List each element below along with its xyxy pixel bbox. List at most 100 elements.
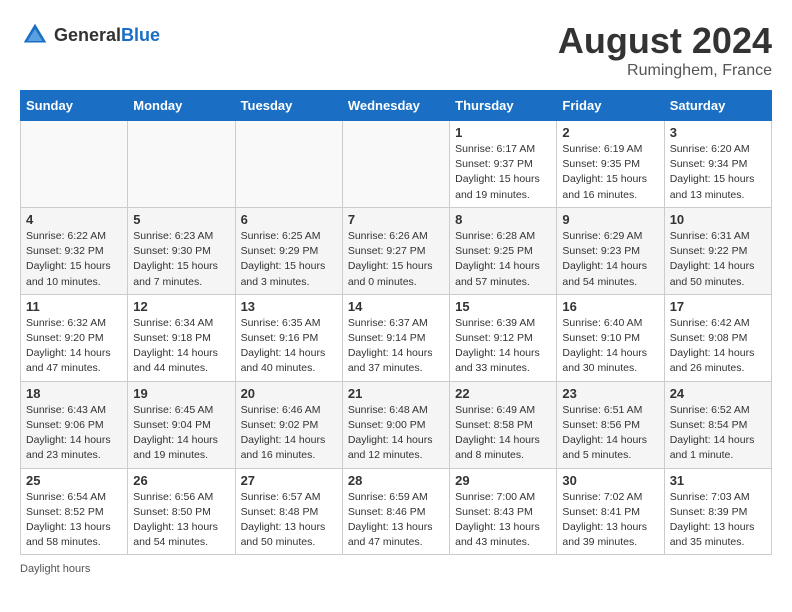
calendar-cell: 15Sunrise: 6:39 AMSunset: 9:12 PMDayligh… xyxy=(450,294,557,381)
calendar-cell: 3 Sunrise: 6:20 AMSunset: 9:34 PMDaylight… xyxy=(664,121,771,208)
day-number: 23 xyxy=(562,386,658,401)
calendar-cell: 7Sunrise: 6:26 AMSunset: 9:27 PMDaylight… xyxy=(342,207,449,294)
day-number: 27 xyxy=(241,473,337,488)
day-info: Sunrise: 6:43 AMSunset: 9:06 PMDaylight:… xyxy=(26,403,122,464)
week-row-4: 18 Sunrise: 6:43 AMSunset: 9:06 PMDayligh… xyxy=(21,381,772,468)
day-number: 3 xyxy=(670,125,766,140)
day-info: Sunrise: 6:25 AMSunset: 9:29 PMDaylight:… xyxy=(241,229,337,290)
day-info: Sunrise: 7:00 AMSunset: 8:43 PMDaylight:… xyxy=(455,490,551,551)
calendar-cell: 9 Sunrise: 6:29 AMSunset: 9:23 PMDaylight… xyxy=(557,207,664,294)
day-number: 1 xyxy=(455,125,551,140)
calendar-cell: 22 Sunrise: 6:49 AMSunset: 8:58 PMDayligh… xyxy=(450,381,557,468)
day-info: Sunrise: 6:17 AMSunset: 9:37 PMDaylight:… xyxy=(455,142,551,203)
day-info: Sunrise: 6:52 AMSunset: 8:54 PMDaylight:… xyxy=(670,403,766,464)
day-info: Sunrise: 6:23 AMSunset: 9:30 PMDaylight:… xyxy=(133,229,229,290)
calendar-cell: 27 Sunrise: 6:57 AMSunset: 8:48 PMDayligh… xyxy=(235,468,342,555)
logo-icon xyxy=(20,20,50,50)
day-number: 12 xyxy=(133,299,229,314)
day-number: 22 xyxy=(455,386,551,401)
day-info: Sunrise: 6:22 AMSunset: 9:32 PMDaylight:… xyxy=(26,229,122,290)
day-number: 29 xyxy=(455,473,551,488)
calendar-cell: 26 Sunrise: 6:56 AMSunset: 8:50 PMDayligh… xyxy=(128,468,235,555)
week-row-2: 4 Sunrise: 6:22 AMSunset: 9:32 PMDaylight… xyxy=(21,207,772,294)
calendar-cell: 11Sunrise: 6:32 AMSunset: 9:20 PMDayligh… xyxy=(21,294,128,381)
column-header-wednesday: Wednesday xyxy=(342,91,449,121)
calendar-cell: 16 Sunrise: 6:40 AMSunset: 9:10 PMDayligh… xyxy=(557,294,664,381)
calendar-cell: 5 Sunrise: 6:23 AMSunset: 9:30 PMDaylight… xyxy=(128,207,235,294)
day-info: Sunrise: 7:02 AMSunset: 8:41 PMDaylight:… xyxy=(562,490,658,551)
calendar-cell xyxy=(342,121,449,208)
logo-general-text: General xyxy=(54,25,121,45)
calendar-cell: 4 Sunrise: 6:22 AMSunset: 9:32 PMDaylight… xyxy=(21,207,128,294)
calendar-cell xyxy=(235,121,342,208)
calendar-cell: 17Sunrise: 6:42 AMSunset: 9:08 PMDayligh… xyxy=(664,294,771,381)
calendar-cell: 12 Sunrise: 6:34 AMSunset: 9:18 PMDayligh… xyxy=(128,294,235,381)
week-row-1: 1 Sunrise: 6:17 AMSunset: 9:37 PMDaylight… xyxy=(21,121,772,208)
day-number: 5 xyxy=(133,212,229,227)
calendar-cell: 24 Sunrise: 6:52 AMSunset: 8:54 PMDayligh… xyxy=(664,381,771,468)
day-info: Sunrise: 6:34 AMSunset: 9:18 PMDaylight:… xyxy=(133,316,229,377)
day-info: Sunrise: 6:29 AMSunset: 9:23 PMDaylight:… xyxy=(562,229,658,290)
week-row-3: 11Sunrise: 6:32 AMSunset: 9:20 PMDayligh… xyxy=(21,294,772,381)
day-info: Sunrise: 6:49 AMSunset: 8:58 PMDaylight:… xyxy=(455,403,551,464)
calendar-cell: 6 Sunrise: 6:25 AMSunset: 9:29 PMDaylight… xyxy=(235,207,342,294)
month-title: August 2024 xyxy=(558,20,772,62)
calendar-cell: 1 Sunrise: 6:17 AMSunset: 9:37 PMDaylight… xyxy=(450,121,557,208)
day-info: Sunrise: 6:45 AMSunset: 9:04 PMDaylight:… xyxy=(133,403,229,464)
day-info: Sunrise: 6:31 AMSunset: 9:22 PMDaylight:… xyxy=(670,229,766,290)
calendar-cell xyxy=(128,121,235,208)
title-area: August 2024 Ruminghem, France xyxy=(558,20,772,80)
day-number: 14 xyxy=(348,299,444,314)
day-number: 30 xyxy=(562,473,658,488)
day-info: Sunrise: 6:35 AMSunset: 9:16 PMDaylight:… xyxy=(241,316,337,377)
day-info: Sunrise: 6:46 AMSunset: 9:02 PMDaylight:… xyxy=(241,403,337,464)
calendar-cell: 14 Sunrise: 6:37 AMSunset: 9:14 PMDayligh… xyxy=(342,294,449,381)
day-number: 4 xyxy=(26,212,122,227)
day-number: 9 xyxy=(562,212,658,227)
day-info: Sunrise: 6:48 AMSunset: 9:00 PMDaylight:… xyxy=(348,403,444,464)
column-header-friday: Friday xyxy=(557,91,664,121)
calendar-cell: 13Sunrise: 6:35 AMSunset: 9:16 PMDayligh… xyxy=(235,294,342,381)
day-number: 8 xyxy=(455,212,551,227)
calendar-cell: 29 Sunrise: 7:00 AMSunset: 8:43 PMDayligh… xyxy=(450,468,557,555)
day-info: Sunrise: 6:37 AMSunset: 9:14 PMDaylight:… xyxy=(348,316,444,377)
page-header: GeneralBlue August 2024 Ruminghem, Franc… xyxy=(20,20,772,80)
day-number: 18 xyxy=(26,386,122,401)
column-header-monday: Monday xyxy=(128,91,235,121)
column-header-saturday: Saturday xyxy=(664,91,771,121)
day-info: Sunrise: 6:26 AMSunset: 9:27 PMDaylight:… xyxy=(348,229,444,290)
footer-note: Daylight hours xyxy=(20,563,772,575)
calendar-cell: 25Sunrise: 6:54 AMSunset: 8:52 PMDayligh… xyxy=(21,468,128,555)
day-info: Sunrise: 6:57 AMSunset: 8:48 PMDaylight:… xyxy=(241,490,337,551)
day-info: Sunrise: 6:28 AMSunset: 9:25 PMDaylight:… xyxy=(455,229,551,290)
column-header-thursday: Thursday xyxy=(450,91,557,121)
calendar-cell: 18 Sunrise: 6:43 AMSunset: 9:06 PMDayligh… xyxy=(21,381,128,468)
calendar-cell: 19 Sunrise: 6:45 AMSunset: 9:04 PMDayligh… xyxy=(128,381,235,468)
logo-blue-text: Blue xyxy=(121,25,160,45)
day-number: 26 xyxy=(133,473,229,488)
day-number: 31 xyxy=(670,473,766,488)
calendar-cell: 30 Sunrise: 7:02 AMSunset: 8:41 PMDayligh… xyxy=(557,468,664,555)
day-number: 11 xyxy=(26,299,122,314)
day-info: Sunrise: 6:20 AMSunset: 9:34 PMDaylight:… xyxy=(670,142,766,203)
location-title: Ruminghem, France xyxy=(558,62,772,80)
calendar-cell xyxy=(21,121,128,208)
logo: GeneralBlue xyxy=(20,20,160,50)
day-info: Sunrise: 6:54 AMSunset: 8:52 PMDaylight:… xyxy=(26,490,122,551)
day-number: 16 xyxy=(562,299,658,314)
column-header-sunday: Sunday xyxy=(21,91,128,121)
day-info: Sunrise: 6:51 AMSunset: 8:56 PMDaylight:… xyxy=(562,403,658,464)
day-number: 10 xyxy=(670,212,766,227)
calendar-cell: 2Sunrise: 6:19 AMSunset: 9:35 PMDaylight… xyxy=(557,121,664,208)
calendar-cell: 31Sunrise: 7:03 AMSunset: 8:39 PMDayligh… xyxy=(664,468,771,555)
day-number: 24 xyxy=(670,386,766,401)
day-number: 19 xyxy=(133,386,229,401)
day-number: 28 xyxy=(348,473,444,488)
calendar-cell: 21Sunrise: 6:48 AMSunset: 9:00 PMDayligh… xyxy=(342,381,449,468)
column-header-tuesday: Tuesday xyxy=(235,91,342,121)
day-info: Sunrise: 6:56 AMSunset: 8:50 PMDaylight:… xyxy=(133,490,229,551)
day-info: Sunrise: 6:59 AMSunset: 8:46 PMDaylight:… xyxy=(348,490,444,551)
day-number: 15 xyxy=(455,299,551,314)
day-number: 6 xyxy=(241,212,337,227)
day-info: Sunrise: 6:40 AMSunset: 9:10 PMDaylight:… xyxy=(562,316,658,377)
